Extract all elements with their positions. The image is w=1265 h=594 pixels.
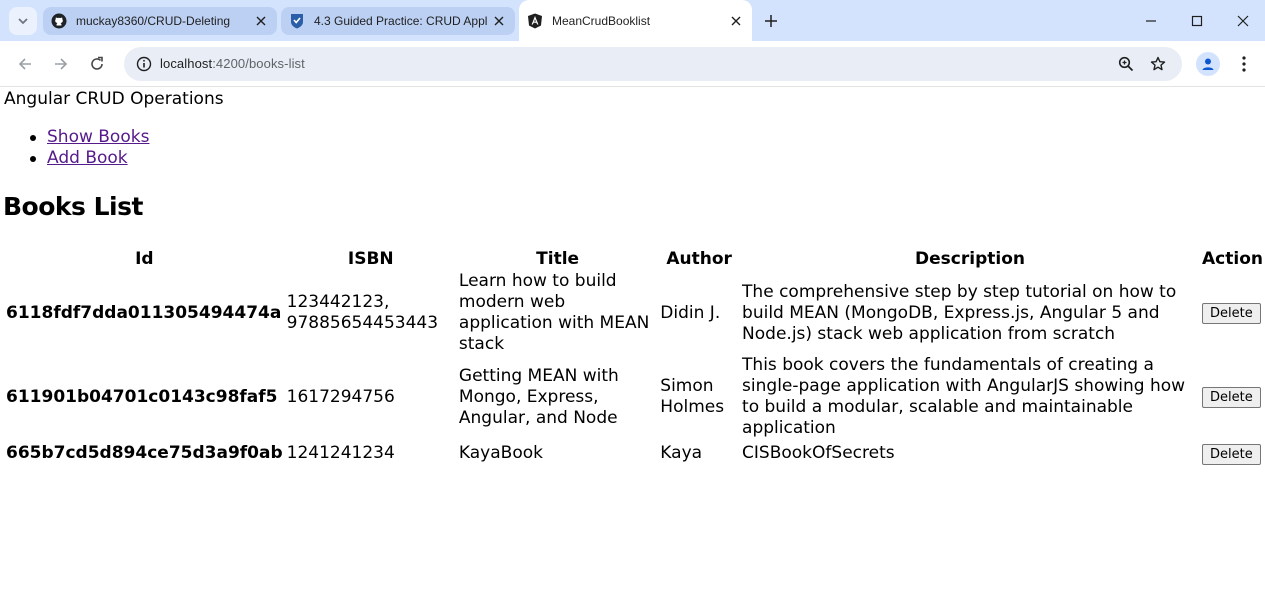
column-header-id: Id: [135, 248, 154, 269]
plus-icon: [765, 15, 777, 27]
browser-toolbar: localhost:4200/books-list: [0, 41, 1265, 87]
github-icon: [51, 13, 67, 29]
column-header-title: Title: [536, 248, 580, 269]
book-action-cell: Delete: [1200, 439, 1265, 468]
forward-button[interactable]: [49, 52, 73, 76]
book-isbn: 1617294756: [286, 386, 395, 407]
column-header-isbn: ISBN: [347, 248, 394, 269]
close-icon[interactable]: [728, 13, 744, 29]
page-content: Angular CRUD Operations Show Books Add B…: [0, 88, 1265, 594]
book-title: Getting MEAN with Mongo, Express, Angula…: [458, 365, 619, 428]
book-isbn: 123442123, 97885654453443: [286, 292, 439, 333]
minimize-button[interactable]: [1139, 9, 1163, 33]
book-author: Simon Holmes: [660, 376, 725, 417]
column-header-author: Author: [666, 248, 732, 269]
course-shield-icon: [289, 13, 305, 29]
arrow-left-icon: [18, 58, 31, 70]
back-button[interactable]: [13, 52, 37, 76]
book-description: CISBookOfSecrets: [742, 443, 895, 463]
more-vertical-icon: [1242, 56, 1246, 72]
new-tab-button[interactable]: [759, 9, 783, 33]
books-list-heading: Books List: [3, 192, 143, 221]
book-id: 611901b04701c0143c98faf5: [6, 386, 278, 407]
tab-meancrudbooklist[interactable]: MeanCrudBooklist: [519, 0, 752, 41]
close-icon[interactable]: [253, 13, 269, 29]
chevron-down-icon: [18, 18, 28, 25]
add-book-link[interactable]: Add Book: [47, 148, 128, 168]
show-books-link[interactable]: Show Books: [47, 127, 149, 147]
column-header-description: Description: [915, 248, 1025, 269]
table-row: 6118fdf7dda011305494474a 123442123, 9788…: [4, 271, 1265, 355]
book-isbn: 1241241234: [286, 443, 395, 463]
table-row: 665b7cd5d894ce75d3a9f0ab 1241241234 Kaya…: [4, 439, 1265, 468]
reload-button[interactable]: [85, 52, 109, 76]
books-table: Id ISBN Title Author Description Action …: [4, 246, 1265, 468]
tab-search-button[interactable]: [9, 7, 37, 35]
app-title: Angular CRUD Operations: [4, 89, 224, 109]
close-icon: [1237, 15, 1249, 27]
table-row: 611901b04701c0143c98faf5 1617294756 Gett…: [4, 355, 1265, 439]
nav-item-add-book: Add Book: [29, 148, 149, 169]
book-description: This book covers the fundamentals of cre…: [742, 355, 1186, 438]
book-id: 665b7cd5d894ce75d3a9f0ab: [6, 443, 283, 463]
tab-github[interactable]: muckay8360/CRUD-Deleting: [43, 7, 277, 35]
zoom-icon[interactable]: [1114, 52, 1138, 76]
url-path: :4200/books-list: [212, 56, 305, 71]
reload-icon: [91, 56, 103, 70]
bookmark-star-icon[interactable]: [1146, 52, 1170, 76]
app-nav: Show Books Add Book: [29, 127, 149, 169]
address-bar[interactable]: localhost:4200/books-list: [124, 47, 1182, 81]
book-title: Learn how to build modern web applicatio…: [458, 271, 650, 354]
maximize-icon: [1191, 15, 1203, 27]
tab-strip: muckay8360/CRUD-Deleting 4.3 Guided Prac…: [0, 0, 1265, 41]
table-header-row: Id ISBN Title Author Description Action: [4, 246, 1265, 271]
book-author: Didin J.: [660, 302, 721, 323]
delete-button[interactable]: Delete: [1201, 387, 1261, 408]
tab-title: 4.3 Guided Practice: CRUD Appl: [314, 14, 488, 28]
book-author: Kaya: [660, 443, 703, 463]
book-action-cell: Delete: [1200, 355, 1265, 439]
tab-title: muckay8360/CRUD-Deleting: [76, 14, 231, 28]
browser-menu-button[interactable]: [1232, 52, 1256, 76]
tab-guided-practice[interactable]: 4.3 Guided Practice: CRUD Appl: [281, 7, 515, 35]
book-id: 6118fdf7dda011305494474a: [6, 302, 282, 323]
arrow-right-icon: [55, 58, 68, 70]
angular-icon: [527, 13, 543, 29]
book-description: The comprehensive step by step tutorial …: [742, 281, 1177, 344]
profile-avatar-icon[interactable]: [1196, 52, 1220, 76]
site-info-icon[interactable]: [132, 52, 156, 76]
book-title: KayaBook: [458, 443, 543, 463]
delete-button[interactable]: Delete: [1201, 303, 1261, 324]
url-host: localhost: [160, 56, 213, 71]
tab-title: MeanCrudBooklist: [552, 13, 651, 28]
minimize-icon: [1146, 20, 1156, 22]
delete-button[interactable]: Delete: [1201, 443, 1261, 465]
book-action-cell: Delete: [1200, 271, 1265, 355]
maximize-button[interactable]: [1185, 9, 1209, 33]
window-close-button[interactable]: [1231, 9, 1255, 33]
nav-item-show-books: Show Books: [29, 127, 149, 148]
close-icon[interactable]: [491, 13, 507, 29]
column-header-action: Action: [1202, 248, 1263, 269]
url-text[interactable]: localhost:4200/books-list: [160, 56, 305, 71]
